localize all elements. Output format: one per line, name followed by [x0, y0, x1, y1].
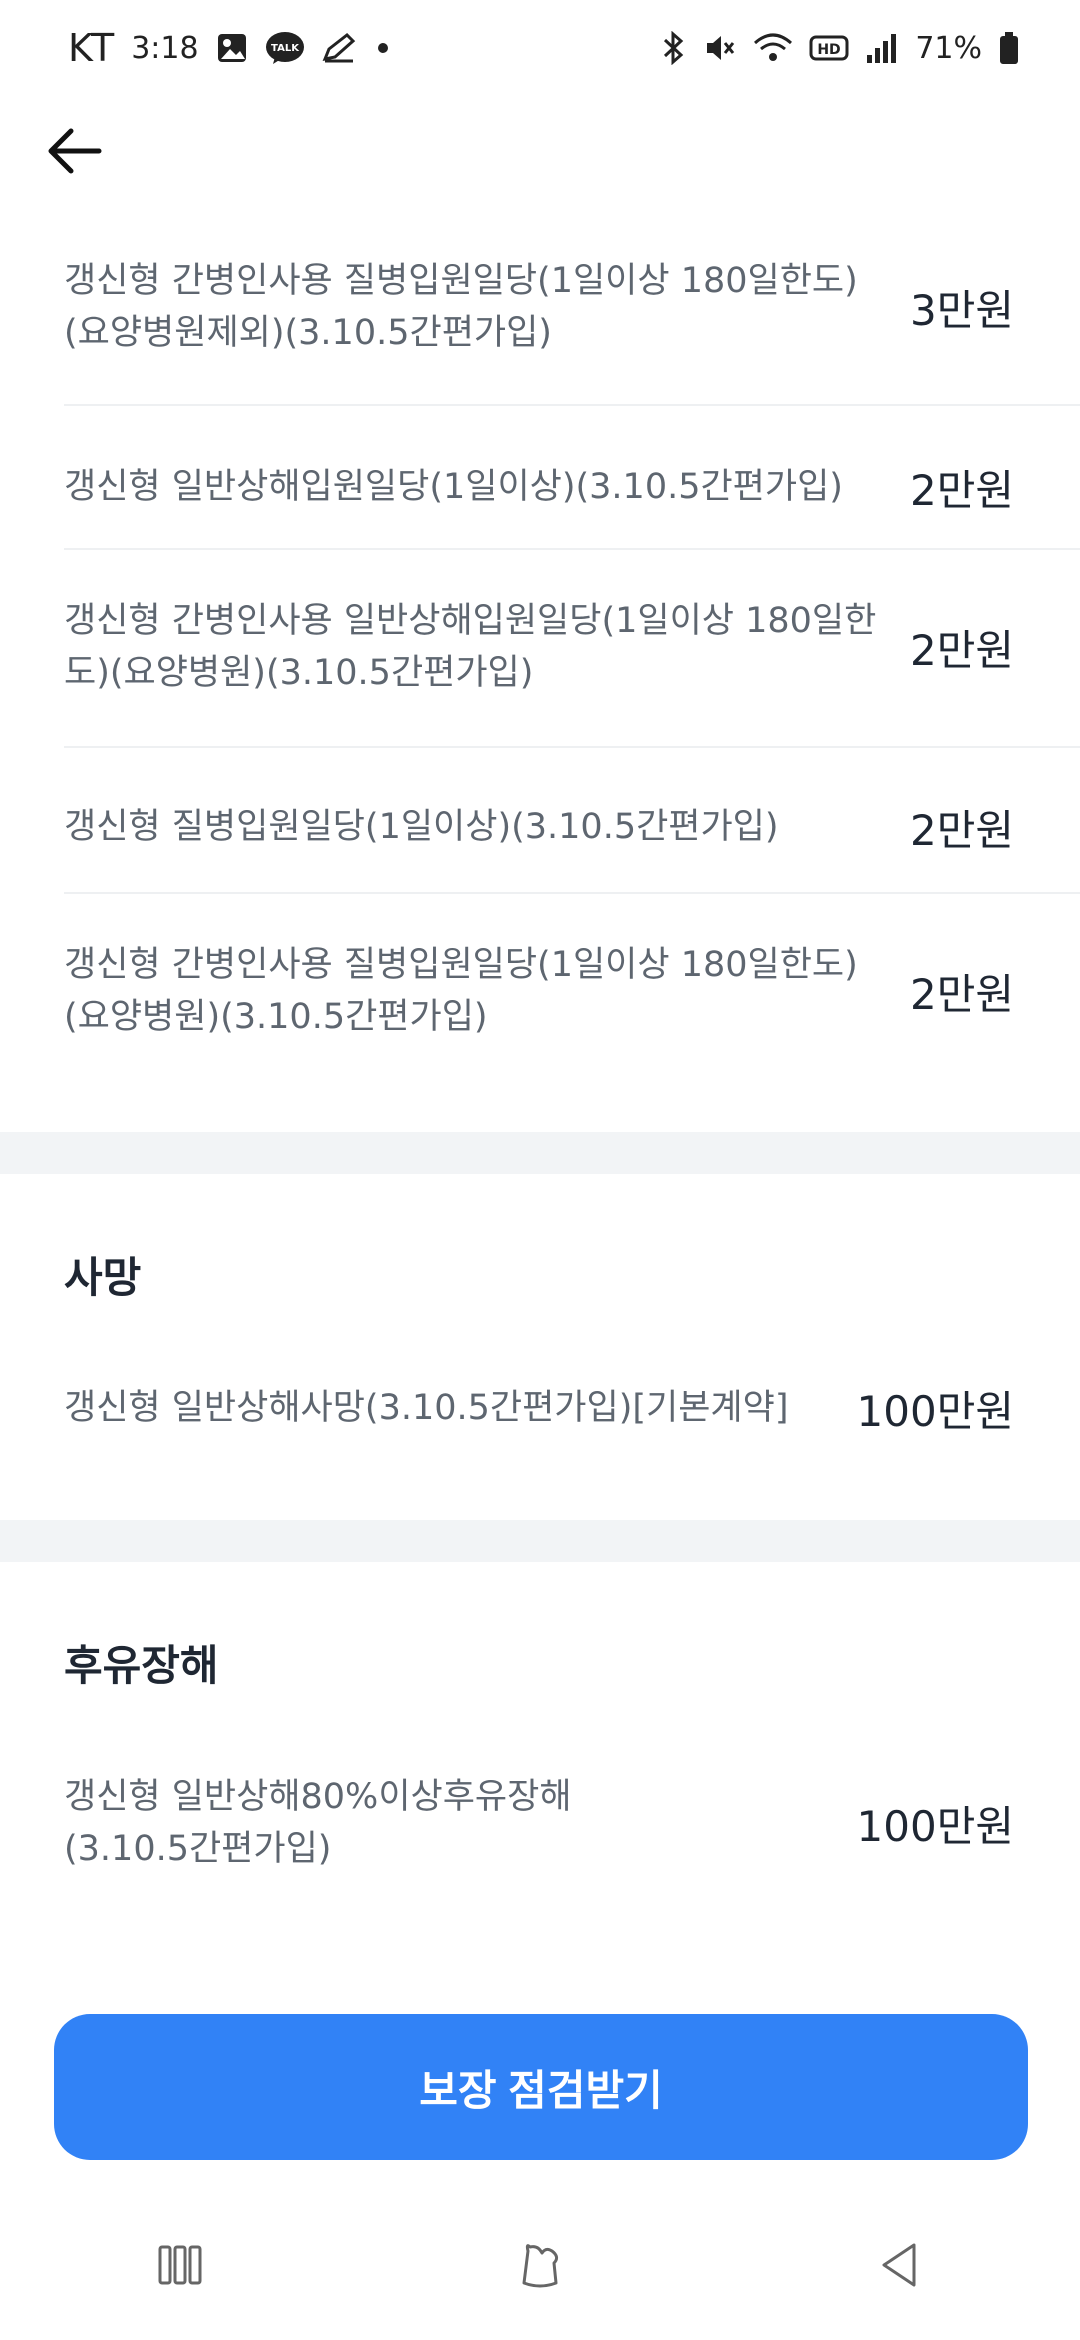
- svg-text:HD: HD: [818, 42, 841, 58]
- row-divider: [64, 404, 1080, 406]
- coverage-row: 갱신형 질병입원일당(1일이상)(3.10.5간편가입) 2만원: [64, 762, 1080, 892]
- coverage-row: 갱신형 간병인사용 질병입원일당(1일이상 180일한도)(요양병원제외)(3.…: [64, 252, 1080, 362]
- coverage-row: 갱신형 간병인사용 질병입원일당(1일이상 180일한도)(요양병원)(3.10…: [64, 936, 1080, 1046]
- battery-icon: [998, 31, 1020, 65]
- hospitalization-section: 갱신형 간병인사용 질병입원일당(1일이상 180일한도)(요양병원제외)(3.…: [0, 196, 1080, 1130]
- coverage-label: 갱신형 질병입원일당(1일이상)(3.10.5간편가입): [64, 807, 779, 847]
- carrier-label: KT: [68, 26, 116, 70]
- time-label: 3:18: [131, 30, 199, 66]
- death-section: 사망 갱신형 일반상해사망(3.10.5간편가입)[기본계약] 100만원: [0, 1174, 1080, 1520]
- hd-voice-icon: HD: [809, 31, 849, 65]
- home-icon: [522, 2244, 559, 2288]
- section-title: 사망: [64, 1253, 142, 1302]
- battery-percent: 71%: [915, 30, 982, 66]
- coverage-amount: 3만원: [909, 285, 1014, 335]
- coverage-label: 갱신형 일반상해사망(3.10.5간편가입)[기본계약]: [64, 1388, 789, 1428]
- signal-icon: [865, 31, 899, 65]
- coverage-check-button[interactable]: 보장 점검받기: [54, 2014, 1028, 2160]
- coverage-label: 갱신형 일반상해80%이상후유장해(3.10.5간편가입): [64, 1777, 572, 1869]
- coverage-row: 갱신형 일반상해80%이상후유장해(3.10.5간편가입) 100만원: [64, 1758, 1080, 1888]
- coverage-amount: 2만원: [909, 625, 1014, 675]
- coverage-amount: 100만원: [856, 1801, 1014, 1851]
- coverage-amount: 2만원: [909, 465, 1014, 515]
- home-button[interactable]: [480, 2215, 600, 2315]
- kakaotalk-notification-icon: TALK: [265, 31, 305, 65]
- more-notifications-dot-icon: [373, 31, 393, 65]
- top-navigation: [0, 96, 1080, 196]
- section-title: 후유장해: [64, 1641, 219, 1690]
- system-navigation-bar: [0, 2190, 1080, 2340]
- nav-back-icon: [882, 2243, 916, 2287]
- status-bar: KT 3:18 TALK HD 71%: [0, 0, 1080, 96]
- mute-icon: [703, 31, 737, 65]
- nav-back-button[interactable]: [840, 2215, 960, 2315]
- wifi-icon: [753, 31, 793, 65]
- bluetooth-icon: [661, 31, 687, 65]
- gallery-notification-icon: [215, 31, 249, 65]
- coverage-amount: 100만원: [856, 1386, 1014, 1436]
- coverage-label: 갱신형 간병인사용 일반상해입원일당(1일이상 180일한도)(요양병원)(3.…: [64, 601, 877, 693]
- recents-button[interactable]: [120, 2215, 240, 2315]
- coverage-label: 갱신형 간병인사용 질병입원일당(1일이상 180일한도)(요양병원제외)(3.…: [64, 261, 858, 353]
- coverage-row: 갱신형 간병인사용 일반상해입원일당(1일이상 180일한도)(요양병원)(3.…: [64, 592, 1080, 702]
- back-button[interactable]: [40, 116, 110, 186]
- coverage-row: 갱신형 일반상해입원일당(1일이상)(3.10.5간편가입) 2만원: [64, 422, 1080, 552]
- svg-text:TALK: TALK: [271, 43, 300, 54]
- coverage-amount: 2만원: [909, 805, 1014, 855]
- row-divider: [64, 746, 1080, 748]
- edit-notification-icon: [321, 31, 357, 65]
- section-separator: [0, 1132, 1080, 1174]
- section-separator: [0, 1520, 1080, 1562]
- coverage-label: 갱신형 일반상해입원일당(1일이상)(3.10.5간편가입): [64, 467, 843, 507]
- coverage-amount: 2만원: [909, 969, 1014, 1019]
- coverage-label: 갱신형 간병인사용 질병입원일당(1일이상 180일한도)(요양병원)(3.10…: [64, 945, 858, 1037]
- row-divider: [64, 892, 1080, 894]
- disability-section: 후유장해 갱신형 일반상해80%이상후유장해(3.10.5간편가입) 100만원: [0, 1562, 1080, 1962]
- coverage-row: 갱신형 일반상해사망(3.10.5간편가입)[기본계약] 100만원: [64, 1358, 1080, 1458]
- row-divider: [64, 548, 1080, 550]
- back-arrow-icon: [48, 128, 102, 174]
- recents-icon: [158, 2245, 202, 2285]
